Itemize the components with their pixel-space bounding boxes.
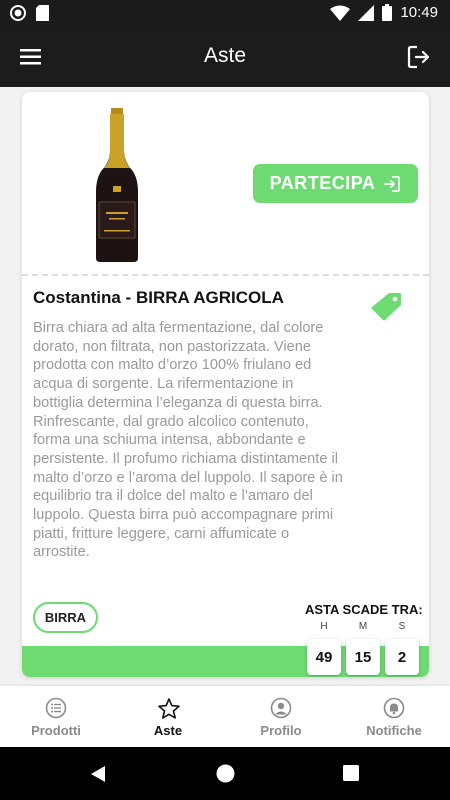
status-time: 10:49 [400, 4, 438, 21]
nav-item-notifiche[interactable]: Notifiche [338, 686, 450, 747]
recents-icon[interactable] [343, 765, 359, 781]
timer-seconds-unit: S [398, 621, 406, 632]
logout-button[interactable] [406, 43, 432, 71]
category-chip[interactable]: BIRRA [33, 602, 98, 633]
sd-card-icon [36, 5, 49, 21]
nav-label-profilo: Profilo [260, 723, 302, 738]
timer-seconds: 2 [385, 639, 419, 675]
tag-icon [371, 293, 401, 321]
bell-icon [383, 697, 405, 719]
nav-item-profilo[interactable]: Profilo [225, 686, 337, 747]
product-title: Costantina - BIRRA AGRICOLA [33, 288, 284, 307]
battery-icon [382, 4, 393, 21]
timer-minutes: 15 [346, 639, 380, 675]
back-icon[interactable] [89, 765, 107, 783]
timer-hours-unit: H [320, 621, 328, 632]
home-icon[interactable] [216, 764, 235, 783]
login-icon [384, 175, 401, 192]
system-navigation-bar [0, 747, 450, 800]
profile-icon [270, 697, 292, 719]
card-divider [22, 274, 429, 276]
product-image [96, 108, 138, 262]
participate-label: PARTECIPA [269, 173, 376, 193]
status-bar: 10:49 [0, 0, 450, 27]
participate-button[interactable]: PARTECIPA [253, 164, 418, 203]
wifi-icon [330, 5, 351, 21]
logout-icon [407, 45, 430, 69]
star-icon [158, 698, 180, 719]
nav-label-prodotti: Prodotti [31, 723, 81, 738]
bottom-navigation: Prodotti Aste Profilo Notifiche [0, 686, 450, 747]
product-description: Birra chiara ad alta fermentazione, dal … [33, 320, 343, 561]
app-bar: Aste [0, 27, 450, 87]
auction-expire-label: ASTA SCADE TRA: [305, 602, 423, 617]
timer-minutes-unit: M [358, 621, 368, 632]
nav-item-prodotti[interactable]: Prodotti [0, 686, 112, 747]
nav-item-aste[interactable]: Aste [112, 686, 224, 747]
page-title: Aste [203, 44, 247, 67]
list-icon [45, 697, 67, 719]
signal-icon [358, 4, 375, 21]
nav-label-aste: Aste [153, 723, 183, 738]
timer-hours: 49 [307, 639, 341, 675]
sync-icon [10, 5, 26, 21]
auction-card: PARTECIPA Costantina - BIRRA AGRICOLA Bi… [22, 92, 429, 677]
nav-label-notifiche: Notifiche [366, 723, 422, 738]
